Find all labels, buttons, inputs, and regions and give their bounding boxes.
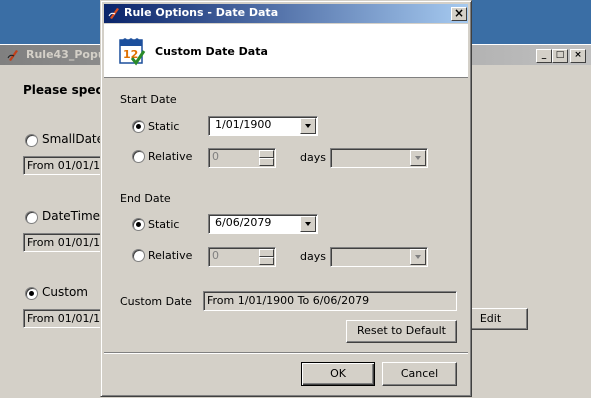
spin-up-icon[interactable]: [259, 249, 274, 257]
separator: [104, 352, 468, 354]
start-static-date-value: 1/01/1900: [215, 118, 272, 131]
end-date-label: End Date: [120, 192, 171, 205]
end-relative-radio[interactable]: [132, 249, 145, 262]
chevron-down-icon[interactable]: [410, 150, 426, 166]
end-relative-stepper[interactable]: 0: [208, 247, 276, 267]
app-icon: [108, 8, 119, 19]
radio-smalldate[interactable]: [25, 134, 38, 147]
minimize-button[interactable]: _: [536, 49, 552, 63]
end-static-date-value: 6/06/2079: [215, 216, 272, 229]
start-days-label: days: [300, 151, 326, 164]
custom-date-field: From 1/01/1900 To 6/06/2079: [203, 291, 457, 311]
spin-buttons[interactable]: [259, 150, 274, 166]
start-relative-value: 0: [212, 150, 219, 163]
radio-smalldate-label: SmallDate: [42, 132, 105, 146]
minimize-glyph: _: [541, 50, 547, 60]
dialog-close-button[interactable]: ×: [451, 7, 467, 21]
radio-custom-label: Custom: [42, 285, 88, 299]
spin-up-icon[interactable]: [259, 150, 274, 158]
radio-custom[interactable]: [25, 287, 38, 300]
end-relative-label: Relative: [148, 249, 193, 262]
radio-datetime[interactable]: [25, 211, 38, 224]
calendar-icon-number: 12: [123, 48, 138, 61]
start-static-label: Static: [148, 120, 180, 133]
calendar-icon: 12: [119, 38, 146, 66]
start-days-unit-combo[interactable]: [330, 148, 428, 168]
spin-buttons[interactable]: [259, 249, 274, 265]
custom-range-field: From 01/01/190: [23, 309, 103, 328]
custom-date-label: Custom Date: [120, 295, 192, 308]
rule-options-dialog: Rule Options - Date Data × 12 Custom Dat…: [100, 0, 472, 397]
start-relative-stepper[interactable]: 0: [208, 148, 276, 168]
start-date-label: Start Date: [120, 93, 177, 106]
prompt-label: Please specif: [23, 83, 112, 97]
dialog-header: 12 Custom Date Data: [104, 24, 468, 78]
cancel-button[interactable]: Cancel: [382, 362, 457, 386]
spin-down-icon[interactable]: [259, 257, 274, 265]
start-static-radio[interactable]: [132, 120, 145, 133]
start-relative-label: Relative: [148, 150, 193, 163]
dialog-title: Rule Options - Date Data: [124, 6, 279, 19]
reset-to-default-button[interactable]: Reset to Default: [346, 320, 457, 343]
spin-down-icon[interactable]: [259, 158, 274, 166]
header-title: Custom Date Data: [155, 45, 268, 58]
end-days-label: days: [300, 250, 326, 263]
datetime-range-field: From 01/01/175: [23, 233, 103, 252]
dialog-titlebar[interactable]: Rule Options - Date Data ×: [104, 4, 468, 23]
background-window-title: Rule43_Popu: [26, 48, 106, 61]
end-static-date-combo[interactable]: 6/06/2079: [208, 214, 318, 234]
smalldate-range-field: From 01/01/190: [23, 156, 103, 175]
chevron-down-icon[interactable]: [410, 249, 426, 265]
radio-datetime-label: DateTime: [42, 209, 101, 223]
ok-button[interactable]: OK: [301, 362, 375, 386]
start-static-date-combo[interactable]: 1/01/1900: [208, 116, 318, 136]
end-relative-value: 0: [212, 249, 219, 262]
close-glyph: ×: [574, 50, 582, 60]
end-static-radio[interactable]: [132, 218, 145, 231]
chevron-down-icon[interactable]: [300, 216, 316, 232]
close-button[interactable]: ×: [570, 49, 586, 63]
start-relative-radio[interactable]: [132, 150, 145, 163]
chevron-down-icon[interactable]: [300, 118, 316, 134]
maximize-button[interactable]: □: [552, 49, 568, 63]
app-icon: [7, 50, 18, 61]
end-static-label: Static: [148, 218, 180, 231]
end-days-unit-combo[interactable]: [330, 247, 428, 267]
close-glyph: ×: [453, 6, 465, 20]
maximize-glyph: □: [555, 50, 565, 60]
